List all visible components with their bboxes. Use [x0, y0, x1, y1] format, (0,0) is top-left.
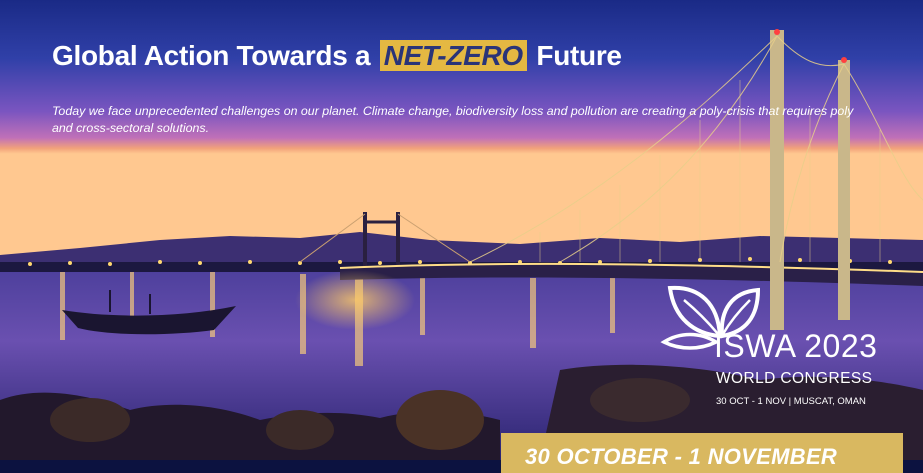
hero-headline: Global Action Towards a NET-ZERO Future	[52, 40, 622, 72]
brand-date-location: 30 OCT - 1 NOV | MUSCAT, OMAN	[716, 396, 866, 407]
brand-name: ISWA 2023	[714, 328, 878, 364]
date-banner: 30 OCTOBER - 1 NOVEMBER	[501, 433, 903, 473]
headline-text-post: Future	[536, 40, 622, 71]
hero-lead-text: Today we face unprecedented challenges o…	[52, 104, 854, 135]
headline-text-pre: Global Action Towards a	[52, 40, 371, 71]
headline-highlight: NET-ZERO	[379, 40, 527, 71]
iswa-brand-block: ISWA 2023 WORLD CONGRESS 30 OCT - 1 NOV …	[658, 278, 908, 428]
brand-subtitle: WORLD CONGRESS	[716, 370, 873, 387]
date-banner-text: 30 OCTOBER - 1 NOVEMBER	[525, 444, 838, 469]
